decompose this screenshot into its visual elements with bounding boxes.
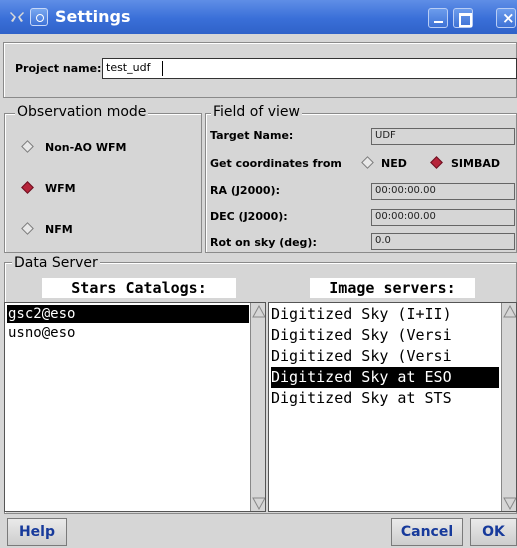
tools-icon[interactable] (9, 9, 25, 25)
settings-window: Settings × Project name: test_udf Observ… (0, 0, 517, 548)
radio-label-simbad[interactable]: SIMBAD (451, 157, 500, 170)
text-caret (162, 61, 163, 76)
target-name-label: Target Name: (210, 129, 294, 142)
minimize-button[interactable] (428, 8, 448, 28)
radio-label-nfm[interactable]: NFM (45, 223, 73, 236)
observation-mode-title: Observation mode (15, 104, 149, 120)
coords-from-label: Get coordinates from (210, 157, 342, 170)
list-item[interactable]: Digitized Sky (I+II) (271, 304, 452, 325)
image-servers-header: Image servers: (310, 278, 475, 298)
close-button[interactable]: × (496, 8, 516, 28)
help-button[interactable]: Help (7, 518, 67, 546)
ok-button[interactable]: OK (470, 518, 517, 546)
scroll-up-icon[interactable] (252, 305, 266, 318)
gear-icon (30, 8, 48, 26)
dec-field[interactable]: 00:00:00.00 (371, 209, 515, 226)
images-scrollbar[interactable] (501, 303, 517, 511)
ra-label: RA (J2000): (210, 184, 280, 197)
list-item[interactable]: Digitized Sky at STS (271, 388, 452, 409)
list-item[interactable]: Digitized Sky at ESO (271, 367, 499, 388)
scroll-down-icon[interactable] (252, 497, 266, 510)
cancel-button[interactable]: Cancel (391, 518, 463, 546)
target-name-field[interactable]: UDF (371, 128, 515, 145)
ra-field[interactable]: 00:00:00.00 (371, 183, 515, 200)
stars-catalogs-list[interactable]: gsc2@eso usno@eso (4, 302, 266, 512)
radio-label-wfm[interactable]: WFM (45, 182, 76, 195)
field-of-view-title: Field of view (211, 104, 302, 120)
rot-label: Rot on sky (deg): (210, 236, 317, 249)
list-item[interactable]: Digitized Sky (Versi (271, 325, 452, 346)
project-name-input[interactable]: test_udf (102, 58, 517, 79)
project-name-label: Project name: (15, 62, 102, 75)
dec-label: DEC (J2000): (210, 210, 288, 223)
observation-mode-group (4, 113, 202, 253)
radio-label-ned[interactable]: NED (381, 157, 407, 170)
list-item[interactable]: gsc2@eso (7, 305, 249, 323)
image-servers-list[interactable]: Digitized Sky (I+II) Digitized Sky (Vers… (268, 302, 517, 512)
window-title: Settings (55, 7, 131, 26)
stars-catalogs-header: Stars Catalogs: (42, 278, 236, 298)
scroll-up-icon[interactable] (503, 305, 517, 318)
list-item[interactable]: Digitized Sky (Versi (271, 346, 452, 367)
stars-scrollbar[interactable] (250, 303, 266, 511)
rot-field[interactable]: 0.0 (371, 233, 515, 250)
scroll-down-icon[interactable] (503, 497, 517, 510)
data-server-title: Data Server (12, 255, 100, 271)
close-icon: × (502, 9, 515, 27)
title-bar[interactable]: Settings × (0, 0, 517, 34)
maximize-button[interactable] (453, 8, 473, 28)
list-item[interactable]: usno@eso (7, 324, 75, 342)
radio-label-non-ao-wfm[interactable]: Non-AO WFM (45, 141, 126, 154)
